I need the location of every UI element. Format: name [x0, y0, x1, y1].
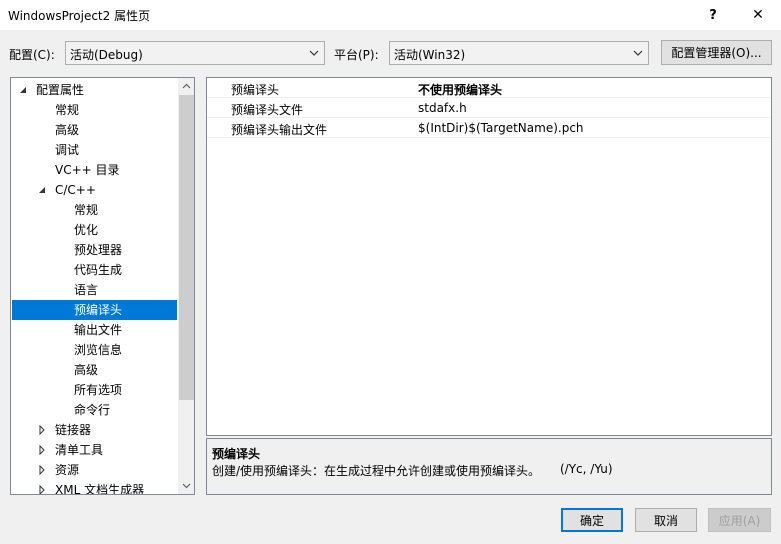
apply-button[interactable]: 应用(A)	[708, 508, 771, 532]
scroll-down-icon[interactable]	[178, 477, 195, 494]
description-switch: (/Yc, /Yu)	[560, 462, 613, 476]
platform-dropdown[interactable]: 活动(Win32)	[389, 41, 649, 65]
tree-item-label: 配置属性	[36, 83, 85, 97]
tree-item[interactable]: VC++ 目录	[12, 160, 177, 180]
chevron-down-icon	[633, 50, 643, 56]
tree-item-label: 链接器	[55, 423, 92, 437]
configuration-dropdown[interactable]: 活动(Debug)	[65, 41, 325, 65]
property-name: 预编译头	[231, 83, 280, 97]
tree-item[interactable]: 配置属性	[12, 80, 177, 100]
tree-collapsed-icon[interactable]	[37, 464, 47, 476]
tree-item-label: 命令行	[74, 403, 111, 417]
property-row[interactable]: 预编译头 不使用预编译头	[207, 78, 771, 98]
tree-item[interactable]: 代码生成	[12, 260, 177, 280]
tree-item[interactable]: 浏览信息	[12, 340, 177, 360]
tree-item[interactable]: 预处理器	[12, 240, 177, 260]
configuration-label: 配置(C):	[9, 48, 55, 62]
tree-item-label: 预编译头	[74, 303, 123, 317]
tree-scrollbar[interactable]	[178, 78, 195, 494]
tree-item-label: 优化	[74, 223, 99, 237]
property-value[interactable]: 不使用预编译头	[418, 81, 502, 98]
tree-item-label: 语言	[74, 283, 99, 297]
property-value[interactable]: stdafx.h	[418, 101, 467, 115]
tree-collapsed-icon[interactable]	[37, 484, 47, 495]
property-value[interactable]: $(IntDir)$(TargetName).pch	[418, 121, 584, 135]
property-name: 预编译头文件	[231, 103, 304, 117]
tree-item[interactable]: 预编译头	[12, 300, 177, 320]
tree-item-label: XML 文档生成器	[55, 483, 145, 495]
tree-item[interactable]: 高级	[12, 360, 177, 380]
tree-item[interactable]: 高级	[12, 120, 177, 140]
tree-collapsed-icon[interactable]	[37, 444, 47, 456]
tree-item-label: C/C++	[55, 183, 96, 197]
tree-item-label: 资源	[55, 463, 80, 477]
tree-item-label: 常规	[74, 203, 99, 217]
tree-item-label: VC++ 目录	[55, 163, 120, 177]
configuration-value: 活动(Debug)	[70, 48, 143, 62]
tree-item[interactable]: 命令行	[12, 400, 177, 420]
property-row[interactable]: 预编译头输出文件 $(IntDir)$(TargetName).pch	[207, 118, 771, 138]
tree-item-label: 浏览信息	[74, 343, 123, 357]
property-tree[interactable]: 配置属性 常规 高级 调试 VC++ 目录 C/C++ 常规 优化 预处理器 代码生成 语言 预编译头…	[10, 77, 195, 495]
scrollbar-thumb[interactable]	[179, 95, 194, 400]
tree-item[interactable]: 资源	[12, 460, 177, 480]
tree-item[interactable]: 输出文件	[12, 320, 177, 340]
tree-item[interactable]: 所有选项	[12, 380, 177, 400]
tree-item[interactable]: 清单工具	[12, 440, 177, 460]
platform-value: 活动(Win32)	[394, 48, 466, 62]
tree-item[interactable]: 调试	[12, 140, 177, 160]
tree-item-label: 所有选项	[74, 383, 123, 397]
tree-item-label: 高级	[74, 363, 99, 377]
property-name: 预编译头输出文件	[231, 123, 328, 137]
platform-label: 平台(P):	[334, 48, 379, 62]
cancel-button[interactable]: 取消	[635, 508, 697, 532]
tree-item[interactable]: 链接器	[12, 420, 177, 440]
chevron-down-icon	[309, 50, 319, 56]
tree-item-label: 预处理器	[74, 243, 123, 257]
description-panel: 预编译头 创建/使用预编译头：在生成过程中允许创建或使用预编译头。 (/Yc, …	[206, 438, 772, 495]
tree-item[interactable]: 优化	[12, 220, 177, 240]
tree-item[interactable]: 语言	[12, 280, 177, 300]
help-button[interactable]: ?	[690, 0, 736, 30]
scroll-up-icon[interactable]	[178, 78, 195, 95]
configuration-manager-button[interactable]: 配置管理器(O)...	[661, 40, 772, 65]
close-button[interactable]: ✕	[735, 0, 781, 30]
tree-item[interactable]: XML 文档生成器	[12, 480, 177, 495]
tree-item[interactable]: 常规	[12, 100, 177, 120]
window-title: WindowsProject2 属性页	[8, 9, 151, 23]
property-grid: 预编译头 不使用预编译头预编译头文件 stdafx.h 预编译头输出文件 $(IntDi…	[206, 77, 772, 436]
description-text: 创建/使用预编译头：在生成过程中允许创建或使用预编译头。	[212, 464, 541, 478]
description-title: 预编译头	[212, 447, 261, 461]
property-row[interactable]: 预编译头文件 stdafx.h	[207, 98, 771, 118]
tree-item-label: 代码生成	[74, 263, 123, 277]
tree-expanded-icon[interactable]	[37, 184, 47, 196]
tree-item-label: 清单工具	[55, 443, 104, 457]
tree-item-label: 高级	[55, 123, 80, 137]
tree-item[interactable]: 常规	[12, 200, 177, 220]
tree-collapsed-icon[interactable]	[37, 424, 47, 436]
title-bar: WindowsProject2 属性页 ? ✕	[0, 0, 781, 30]
tree-item-label: 调试	[55, 143, 80, 157]
ok-button[interactable]: 确定	[561, 508, 623, 532]
tree-item-label: 输出文件	[74, 323, 123, 337]
tree-item-label: 常规	[55, 103, 80, 117]
tree-expanded-icon[interactable]	[18, 84, 28, 96]
tree-item[interactable]: C/C++	[12, 180, 177, 200]
